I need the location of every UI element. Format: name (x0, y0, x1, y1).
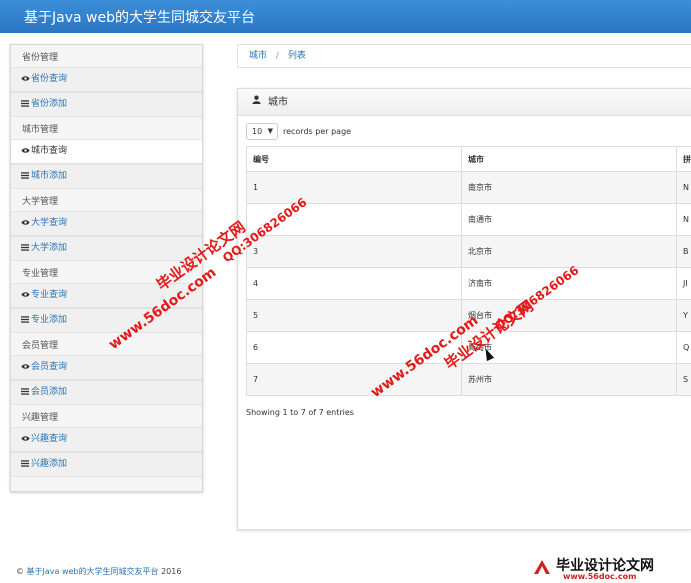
sidebar-item[interactable]: 专业添加 (11, 308, 202, 333)
table-info: Showing 1 to 7 of 7 entries (246, 408, 354, 417)
breadcrumb: 城市 / 列表 (237, 44, 691, 68)
logo-icon (534, 560, 550, 574)
sidebar-item-label: 大学添加 (31, 243, 68, 253)
sidebar-item-label: 专业添加 (31, 315, 68, 325)
footer-site-link[interactable]: 基于Java web的大学生同城交友平台 (27, 567, 159, 576)
table-cell: 1 (246, 171, 462, 204)
sidebar-item[interactable]: 大学查询 (11, 211, 202, 236)
eye-icon (20, 283, 30, 308)
sidebar-item-label: 会员添加 (31, 387, 68, 397)
list-icon (20, 92, 30, 117)
table-cell: 3 (246, 235, 462, 268)
table-cell: 南京市 (461, 171, 677, 204)
sidebar-item-label: 城市查询 (31, 146, 68, 156)
table-row[interactable]: 1 南京市 N (246, 171, 691, 204)
sidebar-group-title: 会员管理 (22, 341, 59, 351)
records-per-page-select[interactable]: 10 ▼ (246, 123, 278, 140)
table-cell: B (676, 235, 691, 268)
table-cell: Q (676, 331, 691, 364)
table-cell: S (676, 363, 691, 396)
sidebar-item[interactable]: 会员查询 (11, 355, 202, 380)
panel-title: 城市 (268, 96, 288, 108)
table-cell: 北京市 (461, 235, 677, 268)
table-cell: 4 (246, 267, 462, 300)
sidebar-group-title: 省份管理 (22, 53, 59, 63)
table-cell: JI (676, 267, 691, 300)
eye-icon (20, 355, 30, 380)
sidebar-group-title: 城市管理 (22, 125, 59, 135)
table-row[interactable]: 7 苏州市 S (246, 363, 691, 396)
sidebar-group-title: 兴趣管理 (22, 413, 59, 423)
breadcrumb-separator: / (275, 51, 279, 61)
eye-icon (20, 211, 30, 236)
footer: © 基于Java web的大学生同城交友平台 2016 (16, 566, 181, 577)
table-cell: 5 (246, 299, 462, 332)
table-row[interactable]: 南通市 N (246, 203, 691, 236)
column-header-pinyin[interactable]: 拼 (676, 146, 691, 172)
table-cell: Y (676, 299, 691, 332)
breadcrumb-root-link[interactable]: 城市 (249, 51, 267, 61)
sidebar-item[interactable]: 城市添加 (11, 164, 202, 189)
sidebar-group-title: 大学管理 (22, 197, 59, 207)
records-per-page-value: 10 (252, 127, 263, 136)
table-cell: 南通市 (461, 203, 677, 236)
sidebar-item-label: 城市添加 (31, 171, 68, 181)
list-icon (20, 308, 30, 333)
table-cell: N (676, 171, 691, 204)
table-cell: 苏州市 (461, 363, 677, 396)
list-icon (20, 380, 30, 405)
sidebar-item-label: 省份查询 (31, 74, 68, 84)
list-icon (20, 236, 30, 261)
breadcrumb-current[interactable]: 列表 (288, 51, 306, 61)
records-per-page: 10 ▼ records per page (246, 123, 351, 140)
sidebar-item-label: 会员查询 (31, 362, 68, 372)
sidebar-item[interactable]: 兴趣添加 (11, 452, 202, 477)
eye-icon (20, 427, 30, 452)
table-cell: 7 (246, 363, 462, 396)
user-icon (250, 89, 262, 116)
list-icon (20, 452, 30, 477)
records-per-page-label: records per page (283, 127, 352, 136)
sidebar-item-label: 省份添加 (31, 99, 68, 109)
panel-header: 城市 (238, 89, 691, 116)
eye-icon (20, 67, 30, 92)
table-cell: N (676, 203, 691, 236)
sidebar-item[interactable]: 大学添加 (11, 236, 202, 261)
logo-url: www.56doc.com (563, 572, 637, 581)
top-navbar: 基于Java web的大学生同城交友平台 (0, 0, 691, 33)
sidebar-item-label: 大学查询 (31, 218, 68, 228)
chevron-down-icon: ▼ (267, 127, 273, 135)
sidebar-item-label: 兴趣查询 (31, 434, 68, 444)
table-header-row: 编号 城市 拼 (246, 146, 691, 172)
sidebar-item[interactable]: 省份查询 (11, 67, 202, 92)
sidebar-item[interactable]: 省份添加 (11, 92, 202, 117)
sidebar-item-label: 专业查询 (31, 290, 68, 300)
sidebar-item[interactable]: 兴趣查询 (11, 427, 202, 452)
table-row[interactable]: 3 北京市 B (246, 235, 691, 268)
list-icon (20, 164, 30, 189)
sidebar-item[interactable]: 城市查询 (11, 139, 202, 164)
sidebar-item-label: 兴趣添加 (31, 459, 68, 469)
city-panel: 城市 10 ▼ records per page 编号 城市 拼 1 南京市 N 南通… (237, 88, 691, 530)
app-title[interactable]: 基于Java web的大学生同城交友平台 (24, 7, 255, 27)
sidebar-item[interactable]: 会员添加 (11, 380, 202, 405)
column-header-city[interactable]: 城市 (461, 146, 677, 172)
copyright-symbol: © (16, 567, 24, 576)
eye-icon (20, 139, 30, 164)
footer-year: 2016 (161, 567, 182, 576)
table-row[interactable]: 4 济南市 JI (246, 267, 691, 300)
column-header-id[interactable]: 编号 (246, 146, 462, 172)
